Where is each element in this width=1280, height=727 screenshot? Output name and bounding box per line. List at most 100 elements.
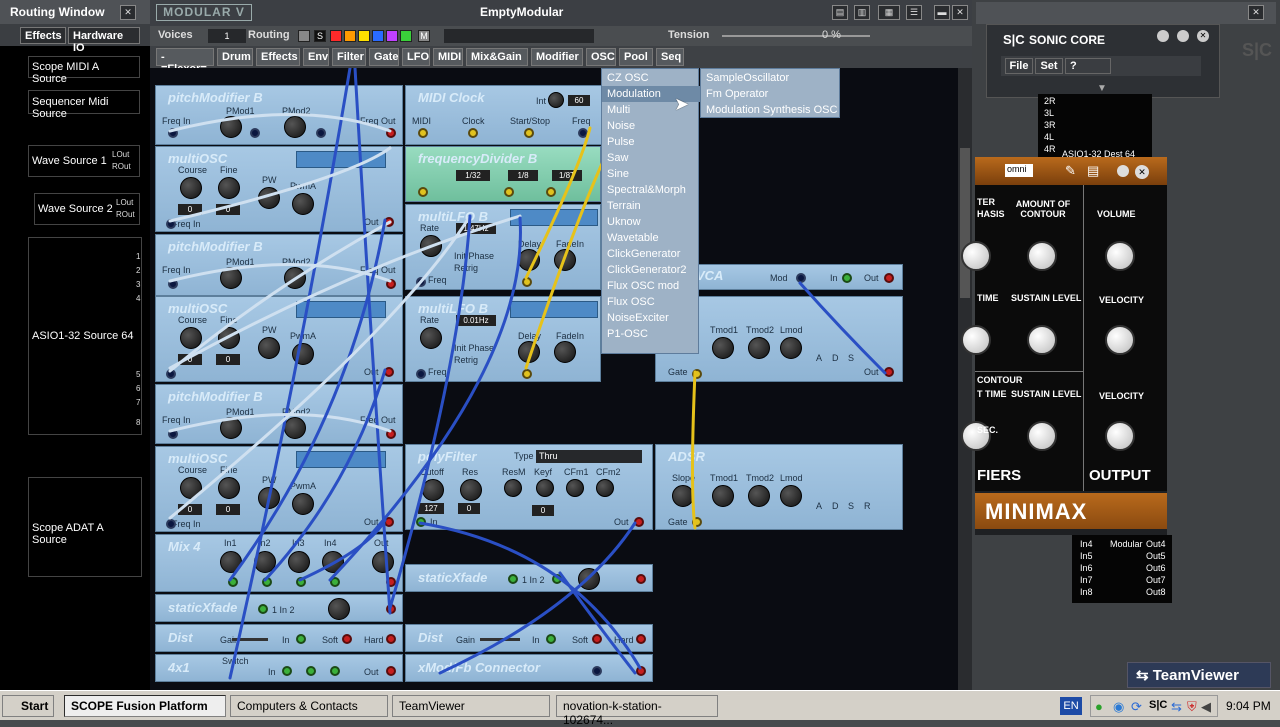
routing-color-swatch[interactable]: [344, 30, 356, 42]
save-icon[interactable]: ▤: [832, 5, 848, 20]
routing-grey[interactable]: [298, 30, 310, 42]
list-icon[interactable]: ☰: [906, 5, 922, 20]
network-icon[interactable]: ●: [1095, 699, 1103, 714]
category-lfo[interactable]: LFO: [402, 48, 430, 66]
submenu-item[interactable]: SampleOscillator: [701, 70, 841, 86]
category-seq[interactable]: Seq: [656, 48, 684, 66]
mm-close-icon[interactable]: ✕: [1135, 165, 1149, 179]
decay-knob[interactable]: [961, 325, 991, 355]
category-mix-gain[interactable]: Mix&Gain: [466, 48, 528, 66]
source-sequencer-midi[interactable]: Sequencer Midi Source: [28, 90, 140, 120]
routing-color-swatch[interactable]: [386, 30, 398, 42]
category-env[interactable]: Env: [303, 48, 329, 66]
osc-menu-item[interactable]: Wavetable: [602, 230, 700, 246]
sc-close-icon[interactable]: ✕: [1197, 30, 1209, 42]
modular-in[interactable]: In7: [1080, 575, 1093, 585]
routing-color-swatch[interactable]: [400, 30, 412, 42]
osc-menu-item[interactable]: Flux OSC: [602, 294, 700, 310]
osc-menu-item[interactable]: CZ OSC: [602, 70, 700, 86]
source-scope-adat-a[interactable]: Scope ADAT A Source: [28, 477, 142, 577]
osc-menu-item[interactable]: Uknow: [602, 214, 700, 230]
chrome-icon[interactable]: ◉: [1113, 699, 1124, 715]
routing-color-swatch[interactable]: [372, 30, 384, 42]
modular-in[interactable]: In5: [1080, 551, 1093, 561]
task-scope[interactable]: SCOPE Fusion Platform: [64, 695, 226, 717]
velocity-knob[interactable]: [1105, 325, 1135, 355]
modular-in[interactable]: In4: [1080, 539, 1093, 549]
category-filter[interactable]: Filter: [332, 48, 366, 66]
osc-menu-item[interactable]: Sine: [602, 166, 700, 182]
routing-m[interactable]: M: [418, 30, 430, 42]
key-icon[interactable]: ✎: [1065, 163, 1076, 179]
vertical-scrollbar[interactable]: [958, 68, 972, 690]
tension-slider[interactable]: [722, 35, 870, 37]
category-effects[interactable]: Effects: [256, 48, 300, 66]
routing-color-swatch[interactable]: [358, 30, 370, 42]
velocity-knob-2[interactable]: [1105, 421, 1135, 451]
contour-amount-knob[interactable]: [1027, 241, 1057, 271]
source-asio1-32[interactable]: ASIO1-32 Source 64 1 2 3 4 5 6 7 8: [28, 237, 142, 435]
task-teamviewer[interactable]: TeamViewer: [392, 695, 550, 717]
routing-s[interactable]: S: [314, 30, 326, 42]
osc-menu-item[interactable]: Spectral&Morph: [602, 182, 700, 198]
submenu-item[interactable]: Modulation Synthesis OSC: [701, 102, 841, 118]
sc-maximize-icon[interactable]: [1177, 30, 1189, 42]
osc-menu-item[interactable]: Pulse: [602, 134, 700, 150]
shield-icon[interactable]: ⛨: [1187, 699, 1197, 715]
start-button[interactable]: Start: [2, 695, 54, 717]
modular-out[interactable]: Out6: [1146, 563, 1166, 573]
routing-color-swatch[interactable]: [330, 30, 342, 42]
sc-menu-file[interactable]: File: [1005, 58, 1033, 74]
sc-menu-set[interactable]: Set: [1035, 58, 1063, 74]
preset-icon[interactable]: ▤: [1087, 163, 1099, 179]
category-gate[interactable]: Gate: [369, 48, 399, 66]
routing-close-icon[interactable]: ✕: [120, 5, 136, 20]
osc-menu-item[interactable]: Flux OSC mod: [602, 278, 700, 294]
osc-menu-item[interactable]: Terrain: [602, 198, 700, 214]
volume-knob[interactable]: [1105, 241, 1135, 271]
submenu-item[interactable]: Fm Operator: [701, 86, 841, 102]
category-modifier[interactable]: Modifier: [531, 48, 583, 66]
language-indicator[interactable]: EN: [1060, 697, 1082, 715]
category-flexor[interactable]: -=Flexor=-: [156, 48, 214, 75]
sustain-knob[interactable]: [1027, 325, 1057, 355]
task-novation[interactable]: novation-k-station-102674...: [556, 695, 718, 727]
layout-icon[interactable]: ▥: [854, 5, 870, 20]
osc-menu-item[interactable]: ClickGenerator2: [602, 262, 700, 278]
sync-icon[interactable]: ⟳: [1131, 699, 1142, 715]
category-osc[interactable]: OSC: [586, 48, 616, 66]
modular-out[interactable]: Out7: [1146, 575, 1166, 585]
modular-in[interactable]: In6: [1080, 563, 1093, 573]
category-drum[interactable]: Drum: [217, 48, 253, 66]
sc-tray-icon[interactable]: S|C: [1149, 699, 1167, 711]
teamviewer-tray-icon[interactable]: ⇆: [1171, 699, 1182, 715]
tab-hardware-io[interactable]: Hardware IO: [68, 27, 140, 54]
osc-menu-item[interactable]: NoiseExciter: [602, 310, 700, 326]
sc-minimize-icon[interactable]: [1157, 30, 1169, 42]
osc-menu-item[interactable]: Saw: [602, 150, 700, 166]
task-computers[interactable]: Computers & Contacts: [230, 695, 388, 717]
midi-input-select[interactable]: omni: [1005, 164, 1033, 177]
close-icon[interactable]: ✕: [952, 5, 968, 20]
grid-icon[interactable]: ▦: [878, 5, 900, 20]
tab-effects[interactable]: Effects: [20, 27, 66, 44]
modular-in[interactable]: In8: [1080, 587, 1093, 597]
scrollbar-thumb[interactable]: [960, 148, 970, 298]
emphasis-knob[interactable]: [961, 241, 991, 271]
modular-out[interactable]: Out4: [1146, 539, 1166, 549]
sustain-knob-2[interactable]: [1027, 421, 1057, 451]
right-window-close-icon[interactable]: ✕: [1248, 5, 1264, 20]
volume-icon[interactable]: ◀: [1201, 699, 1211, 715]
sc-menu-help[interactable]: ?: [1065, 58, 1111, 74]
osc-menu-item[interactable]: P1-OSC: [602, 326, 700, 342]
minimize-icon[interactable]: ▬: [934, 5, 950, 20]
osc-menu-item[interactable]: ClickGenerator: [602, 246, 700, 262]
sc-expand-icon[interactable]: ▼: [1097, 83, 1107, 94]
mm-minimize-icon[interactable]: [1117, 165, 1129, 177]
modular-out[interactable]: Out5: [1146, 551, 1166, 561]
category-pool[interactable]: Pool: [619, 48, 653, 66]
osc-menu-item[interactable]: Noise: [602, 118, 700, 134]
category-midi[interactable]: MIDI: [433, 48, 463, 66]
voices-field[interactable]: 1: [208, 29, 246, 43]
routing-field[interactable]: [444, 29, 594, 43]
